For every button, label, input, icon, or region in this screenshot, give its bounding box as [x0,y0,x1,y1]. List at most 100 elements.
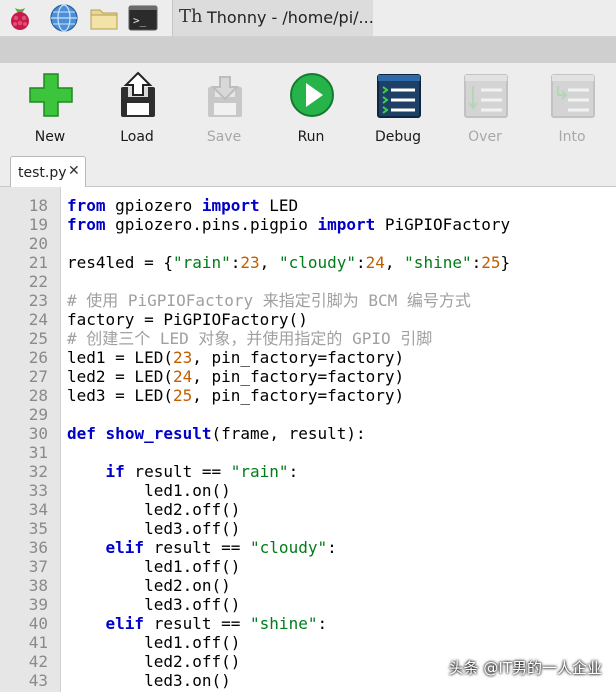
code-line[interactable]: led3.off() [67,595,510,614]
line-number: 38 [28,576,48,595]
load-label: Load [120,129,154,145]
code-token: "shine" [404,253,472,272]
code-line[interactable] [67,234,510,253]
raspberry-menu-icon[interactable] [4,2,36,34]
line-number: 32 [28,462,48,481]
code-token: led1.off() [67,557,241,576]
line-number: 41 [28,633,48,652]
line-number: 36 [28,538,48,557]
code-line[interactable] [67,405,510,424]
load-button[interactable]: Load [105,69,169,149]
code-line[interactable]: elif result == "cloudy": [67,538,510,557]
thonny-window-task-button[interactable]: Th Thonny - /home/pi/... [172,0,374,36]
code-line[interactable]: # 创建三个 LED 对象，并使用指定的 GPIO 引脚 [67,329,510,348]
code-line[interactable]: led3.on() [67,671,510,690]
code-token: led3.on() [67,671,231,690]
line-number: 25 [28,329,48,348]
code-token: led3 = LED( [67,386,173,405]
code-line[interactable]: led2.on() [67,576,510,595]
thonny-logo-icon: Th [179,6,203,27]
line-number: 29 [28,405,48,424]
code-token: : [288,462,299,481]
tab-label: test.py [18,165,67,181]
code-line[interactable]: led1.on() [67,481,510,500]
code-token: : [356,253,366,272]
code-token: result == [124,462,231,481]
save-button[interactable]: Save [192,69,256,149]
code-token: led3.off() [67,519,241,538]
line-number: 33 [28,481,48,500]
code-token: 23 [240,253,260,272]
debug-button[interactable]: Debug [366,69,430,149]
code-line[interactable]: led2.off() [67,652,510,671]
toolbar: New Load Save Run Debug Over Into [0,63,616,153]
line-number: 39 [28,595,48,614]
step-over-label: Over [468,129,502,145]
line-number: 23 [28,291,48,310]
code-line[interactable]: led1.off() [67,633,510,652]
code-line[interactable]: factory = PiGPIOFactory() [67,310,510,329]
code-token: : [471,253,482,272]
step-into-button[interactable]: Into [540,69,604,149]
code-token: led1.off() [67,633,241,652]
code-token: "cloudy" [278,253,356,272]
code-line[interactable]: led2 = LED(24, pin_factory=factory) [67,367,510,386]
code-line[interactable]: if result == "rain": [67,462,510,481]
run-label: Run [297,129,325,145]
code-token: , [384,253,405,272]
code-token: from [67,215,106,234]
code-line[interactable] [67,272,510,291]
line-number: 40 [28,614,48,633]
code-line[interactable]: from gpiozero import LED [67,196,510,215]
line-number: 21 [28,253,48,272]
code-line[interactable]: led3 = LED(25, pin_factory=factory) [67,386,510,405]
line-number: 27 [28,367,48,386]
code-token: led2.on() [67,576,231,595]
code-line[interactable]: elif result == "shine": [67,614,510,633]
code-line[interactable]: led2.off() [67,500,510,519]
file-manager-folder-icon[interactable] [88,2,120,34]
step-over-button[interactable]: Over [453,69,517,149]
code-token: factory = PiGPIOFactory() [67,310,308,329]
code-line[interactable]: # 使用 PiGPIOFactory 来指定引脚为 BCM 编号方式 [67,291,510,310]
terminal-icon[interactable]: >_ [127,2,159,34]
code-line[interactable]: led3.off() [67,519,510,538]
taskbar: >_ Th Thonny - /home/pi/... [0,0,616,37]
line-number: 31 [28,443,48,462]
code-token: 23 [172,348,193,367]
code-token: elif [105,614,145,633]
code-editor[interactable]: 18 19 20 21 22 23 24 25 26 27 28 29 30 31 32 33 34 35 36 37… [0,187,616,692]
tab-test-py[interactable]: test.py ✕ [10,156,86,187]
new-button[interactable]: New [18,69,82,149]
run-button[interactable]: Run [279,69,343,149]
close-tab-icon[interactable]: ✕ [68,163,80,179]
line-number: 43 [28,671,48,690]
step-over-icon [464,74,508,118]
web-browser-globe-icon[interactable] [48,2,80,34]
code-line[interactable]: res4led = {"rain":23, "cloudy":24, "shin… [67,253,510,272]
code-line[interactable] [67,443,510,462]
line-number: 34 [28,500,48,519]
line-number: 37 [28,557,48,576]
code-token: : [317,614,328,633]
code-text-area[interactable]: from gpiozero import LED from gpiozero.pi… [67,196,510,690]
code-line[interactable]: def show_result(frame, result): [67,424,510,443]
code-token: , pin_factory=factory) [192,348,405,367]
code-line[interactable]: led1 = LED(23, pin_factory=factory) [67,348,510,367]
line-number: 30 [28,424,48,443]
line-number: 42 [28,652,48,671]
step-into-label: Into [558,129,586,145]
code-line[interactable]: led1.off() [67,557,510,576]
code-line[interactable]: from gpiozero.pins.pigpio import PiGPIOF… [67,215,510,234]
watermark-text: 头条 @IT男的一人企业 [448,659,602,677]
debug-label: Debug [374,129,422,145]
new-label: New [34,129,66,145]
code-token: res4led = { [67,253,173,272]
save-icon [208,76,242,117]
svg-text:>_: >_ [133,14,147,27]
code-token: show_result [105,424,212,443]
